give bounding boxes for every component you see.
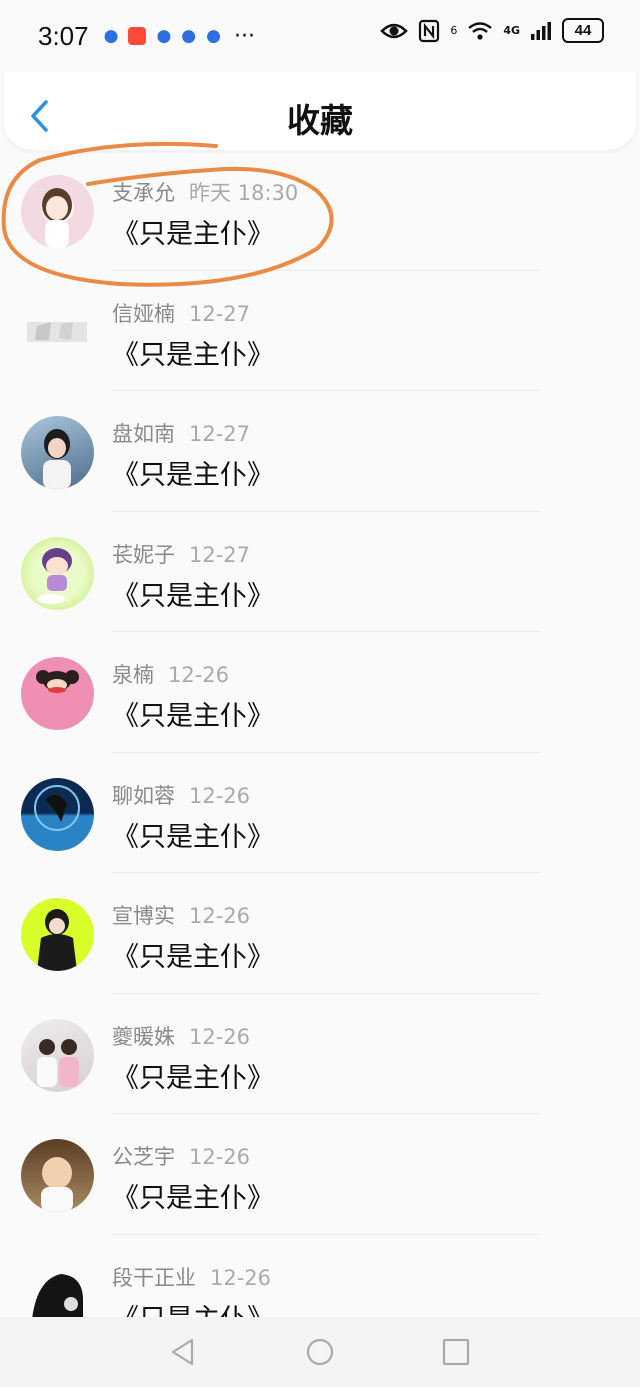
avatar-image — [43, 429, 71, 489]
system-nav-bar — [0, 1317, 640, 1387]
item-date: 昨天 18:30 — [189, 181, 299, 205]
sim-label: 6 — [450, 24, 458, 37]
item-meta: 夔暖姝 12-26 — [112, 1021, 250, 1051]
baidu-app-icon: ● — [206, 26, 221, 46]
user-name: 公芝宇 — [112, 1145, 175, 1169]
item-date: 12-26 — [189, 783, 251, 808]
item-title: 《只是主仆》 — [112, 1062, 274, 1094]
user-name: 段干正业 — [112, 1265, 196, 1290]
list-item[interactable]: 苌妮子 12-27 《只是主仆》 — [0, 512, 640, 632]
user-name: 支承允 — [112, 181, 175, 205]
avatar-image — [37, 547, 72, 604]
avatar — [21, 1018, 94, 1092]
back-triangle-icon[interactable] — [168, 1337, 198, 1367]
baidu-app-icon: ● — [103, 26, 119, 46]
item-meta: 支承允 昨天 18:30 — [112, 177, 298, 207]
favorites-list: 支承允 昨天 18:30 《只是主仆》 信娅楠 12-27 《只是主仆》 盘如南 12… — [0, 150, 640, 1355]
avatar-image — [36, 670, 79, 693]
item-date: 12-26 — [189, 1145, 251, 1169]
item-title: 《只是主仆》 — [112, 219, 274, 250]
item-title: 《只是主仆》 — [112, 821, 274, 853]
user-name: 盘如南 — [112, 422, 175, 446]
network-type: 4G — [503, 24, 520, 37]
item-meta: 段干正业 12-26 — [112, 1262, 271, 1292]
item-date: 12-26 — [189, 904, 251, 928]
item-date: 12-27 — [189, 301, 251, 326]
recents-square-icon[interactable] — [441, 1337, 471, 1367]
avatar-image — [27, 321, 87, 342]
list-item[interactable]: 夔暖姝 12-26 《只是主仆》 — [0, 994, 640, 1114]
wifi-icon — [468, 21, 493, 40]
list-item[interactable]: 盘如南 12-27 《只是主仆》 — [0, 391, 640, 512]
user-name: 泉楠 — [112, 663, 154, 687]
more-notifications-icon: ··· — [233, 23, 255, 49]
avatar — [21, 536, 94, 610]
avatar — [21, 416, 94, 489]
top-bar: 收藏 — [4, 72, 636, 150]
item-title: 《只是主仆》 — [112, 339, 274, 371]
item-date: 12-27 — [189, 542, 251, 567]
battery-icon: 44 — [562, 18, 604, 43]
list-item[interactable]: 聊如蓉 12-26 《只是主仆》 — [0, 753, 640, 873]
item-title: 《只是主仆》 — [112, 460, 274, 491]
home-circle-icon[interactable] — [305, 1337, 335, 1367]
user-name: 宣博实 — [112, 904, 175, 928]
item-meta: 泉楠 12-26 — [112, 659, 229, 689]
item-meta: 聊如蓉 12-26 — [112, 780, 250, 810]
avatar-image — [34, 784, 80, 831]
item-title: 《只是主仆》 — [112, 1183, 274, 1214]
status-icons: 6 4G 44 — [380, 18, 604, 43]
list-item[interactable]: 信娅楠 12-27 《只是主仆》 — [0, 271, 640, 391]
item-meta: 盘如南 12-27 — [112, 418, 250, 448]
avatar-image — [37, 1038, 79, 1087]
user-name: 聊如蓉 — [112, 783, 175, 808]
avatar-image — [42, 188, 72, 248]
item-meta: 宣博实 12-26 — [112, 900, 250, 930]
item-meta: 公芝宇 12-26 — [112, 1141, 250, 1171]
item-date: 12-26 — [168, 663, 230, 687]
item-meta: 信娅楠 12-27 — [112, 298, 250, 328]
avatar — [21, 657, 94, 730]
item-title: 《只是主仆》 — [112, 701, 274, 732]
avatar — [21, 1139, 94, 1212]
item-date: 12-26 — [189, 1024, 251, 1049]
eye-icon — [380, 23, 409, 38]
item-meta: 苌妮子 12-27 — [112, 539, 250, 569]
user-name: 信娅楠 — [112, 301, 175, 326]
status-bar: 3:07 ● ● ● ● ··· 6 4G 44 — [0, 0, 640, 72]
baidu-app-icon: ● — [156, 26, 172, 46]
avatar-image — [41, 1157, 73, 1212]
avatar — [21, 295, 94, 369]
signal-icon — [531, 21, 551, 40]
item-title: 《只是主仆》 — [112, 580, 274, 612]
baidu-app-icon: ● — [181, 26, 197, 46]
item-date: 12-27 — [189, 422, 251, 446]
list-item[interactable]: 公芝宇 12-26 《只是主仆》 — [0, 1114, 640, 1235]
user-name: 夔暖姝 — [112, 1024, 175, 1049]
list-item[interactable]: 支承允 昨天 18:30 《只是主仆》 — [0, 150, 640, 271]
avatar — [21, 777, 94, 851]
shopping-bag-app-icon — [128, 27, 147, 45]
nfc-icon — [419, 19, 440, 42]
status-time: 3:07 — [38, 20, 89, 51]
avatar — [21, 898, 94, 971]
user-name: 苌妮子 — [112, 542, 175, 567]
avatar-image — [37, 909, 77, 971]
item-date: 12-26 — [210, 1265, 272, 1290]
item-title: 《只是主仆》 — [112, 942, 274, 973]
avatar — [21, 175, 94, 248]
list-item[interactable]: 泉楠 12-26 《只是主仆》 — [0, 632, 640, 753]
page-title: 收藏 — [287, 101, 353, 140]
list-item[interactable]: 宣博实 12-26 《只是主仆》 — [0, 873, 640, 994]
